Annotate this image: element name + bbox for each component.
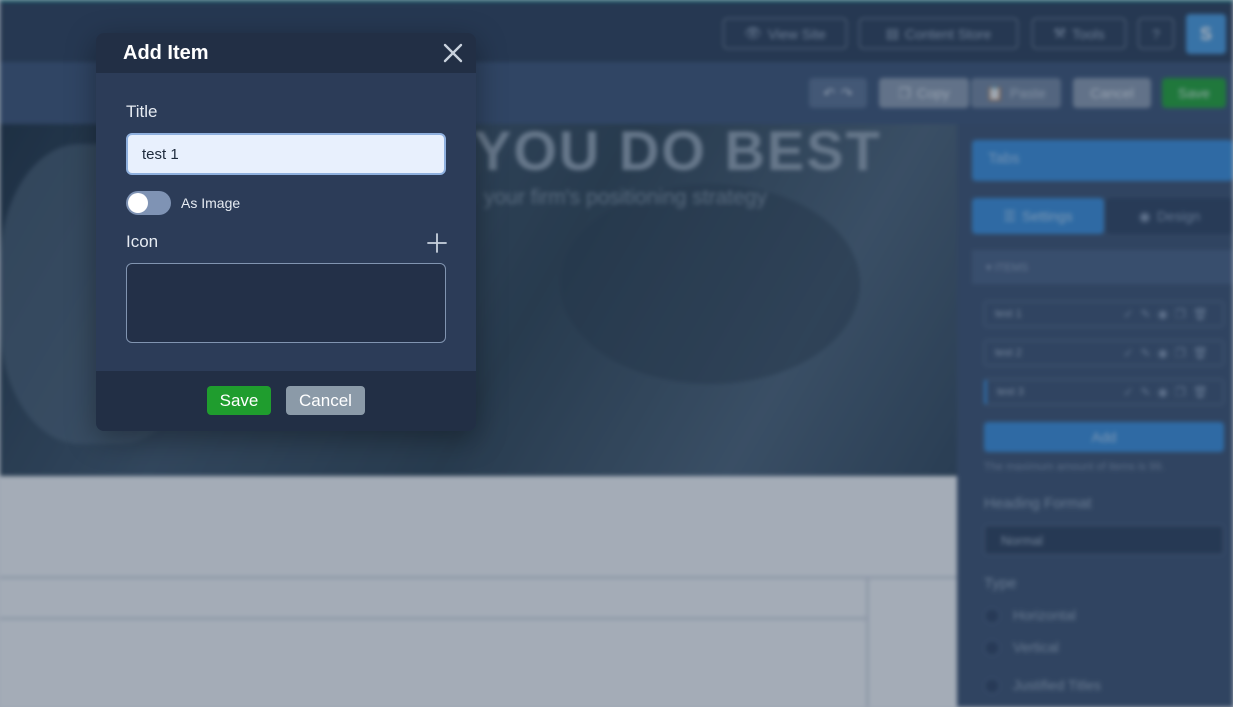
as-image-label: As Image [181, 195, 241, 211]
icon-label: Icon [126, 232, 159, 251]
save-button[interactable]: Save [207, 386, 271, 415]
dialog-title: Add Item [123, 42, 209, 64]
close-icon[interactable] [442, 42, 464, 64]
cancel-label: Cancel [299, 390, 352, 410]
plus-icon[interactable] [426, 232, 448, 254]
title-input[interactable] [126, 133, 446, 175]
title-label: Title [126, 102, 158, 121]
toggle-knob [128, 193, 148, 213]
add-item-dialog: Add Item Title As Image Icon Save Cancel [96, 33, 476, 431]
cancel-button[interactable]: Cancel [286, 386, 365, 415]
icon-dropzone[interactable] [126, 263, 446, 343]
save-label: Save [219, 390, 259, 410]
dialog-footer: Save Cancel [96, 371, 476, 431]
dialog-header: Add Item [96, 33, 476, 73]
as-image-toggle[interactable] [126, 191, 171, 215]
